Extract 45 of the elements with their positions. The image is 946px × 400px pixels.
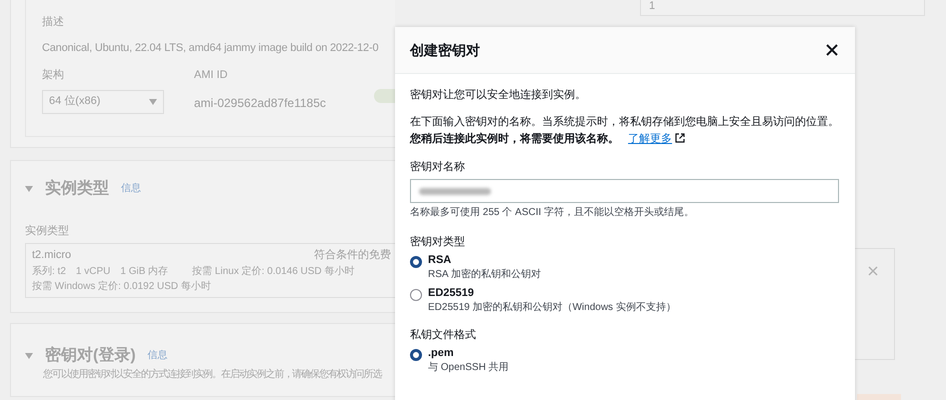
- field-label: 私钥文件格式: [410, 328, 477, 342]
- radio-label: .pem: [428, 346, 455, 361]
- free-tier-label: 符合条件的免费: [314, 248, 391, 263]
- field-label: 描述: [42, 15, 65, 30]
- hint-text: 名称最多可使用 255 个 ASCII 字符，且不能以空格开头或结尾。: [410, 206, 695, 219]
- caret-icon[interactable]: [25, 186, 33, 192]
- field-label: 实例类型: [25, 224, 70, 238]
- instance-type-selector[interactable]: t2.micro 符合条件的免费 系列: t2 1 vCPU 1 GiB 内存 按需 Linux 定价: 0.0146 USD 每小时 按需 Windows 定价: 0.0192 USD 每小时: [25, 243, 395, 298]
- radio-button[interactable]: [410, 289, 422, 301]
- instance-detail: 按需 Linux 定价: 0.0146 USD 每小时: [192, 264, 354, 278]
- info-link[interactable]: 信息: [121, 181, 141, 196]
- caret-icon: [149, 98, 157, 104]
- radio-button[interactable]: [410, 256, 422, 268]
- ami-id-text: ami-029562ad87fe1185c: [194, 94, 326, 112]
- modal-title: 创建密钥对: [410, 40, 480, 60]
- radio-description: ED25519 加密的私钥和公钥对（Windows 实例不支持）: [428, 301, 676, 314]
- instance-detail: 系列: t2: [32, 264, 66, 278]
- caret-icon[interactable]: [25, 352, 33, 358]
- field-label: 架构: [42, 68, 65, 83]
- radio-button[interactable]: [410, 349, 422, 361]
- description-text: Canonical, Ubuntu, 22.04 LTS, amd64 jammy image build on 2022-12-0: [42, 40, 380, 56]
- instance-detail: 按需 Windows 定价: 0.0192 USD 每小时: [32, 280, 212, 294]
- section-title: 密钥对(登录): [45, 346, 136, 366]
- instance-name: t2.micro: [32, 248, 72, 263]
- close-icon[interactable]: [826, 44, 838, 56]
- name-input[interactable]: [410, 179, 839, 203]
- radio-description: 与 OpenSSH 共用: [428, 361, 509, 374]
- info-link[interactable]: 信息: [148, 348, 168, 363]
- instance-detail: 1 vCPU: [76, 264, 110, 278]
- section-title: 实例类型: [45, 178, 109, 198]
- external-link-icon: [675, 133, 686, 143]
- field-label: 密钥对类型: [410, 235, 466, 249]
- learn-more-link[interactable]: 了解更多: [628, 133, 672, 145]
- radio-description: RSA 加密的私钥和公钥对: [428, 268, 541, 281]
- intro-text: 密钥对让您可以安全地连接到实例。: [410, 88, 587, 102]
- instance-detail: 1 GiB 内存: [120, 264, 168, 278]
- instructions-text: 在下面输入密钥对的名称。当系统提示时，将私钥存储到您电脑上安全且易访问的位置。您稍后连接此实例时，将需要使用该名称。 了解更多: [410, 114, 840, 147]
- description-text: 您可以使用密钥对以安全的方式连接到实例。在启动实例之前，请确保您有权访问所选: [43, 368, 383, 382]
- radio-label: RSA: [428, 253, 452, 268]
- field-label: AMI ID: [194, 68, 229, 83]
- field-value: 1: [649, 0, 656, 14]
- blurred-text: [419, 188, 491, 194]
- field-label: 密钥对名称: [410, 160, 466, 174]
- radio-label: ED25519: [428, 286, 475, 301]
- architecture-dropdown[interactable]: 64 位(x86): [42, 90, 164, 114]
